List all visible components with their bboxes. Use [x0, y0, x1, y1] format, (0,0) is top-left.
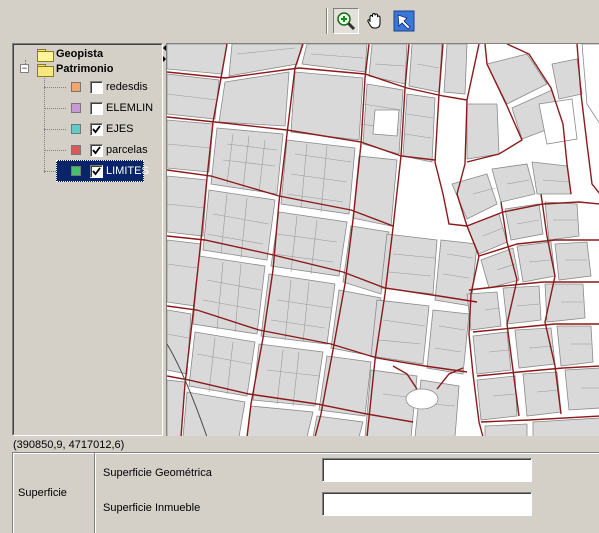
map-view[interactable]	[166, 43, 599, 436]
cursor-coordinates: (390850,9, 4717012,6)	[13, 439, 125, 451]
tree-node-label: Geopista	[56, 48, 104, 60]
layer-color-swatch	[71, 124, 81, 134]
checkmark-icon	[92, 146, 101, 155]
property-group-label: Superficie	[18, 487, 67, 499]
surface-building-label: Superficie Inmueble	[103, 502, 201, 514]
pan-button[interactable]	[362, 8, 388, 34]
layer-visibility-checkbox[interactable]	[90, 123, 103, 136]
layer-color-swatch	[71, 103, 81, 113]
pan-hand-icon	[365, 11, 385, 31]
tree-connector	[44, 150, 66, 151]
layer-visibility-checkbox[interactable]	[90, 102, 103, 115]
zoom-in-button[interactable]	[333, 8, 359, 34]
map-toolbar	[0, 0, 599, 40]
layer-visibility-checkbox[interactable]	[90, 165, 103, 178]
layer-color-swatch	[71, 166, 81, 176]
folder-icon	[37, 48, 54, 62]
layer-label[interactable]: LIMITES	[106, 165, 149, 178]
layer-label[interactable]: EJES	[106, 123, 134, 136]
tree-connector	[44, 87, 66, 88]
layer-label[interactable]: ELEMLIN	[106, 102, 153, 115]
folder-open-icon	[37, 63, 54, 77]
layer-visibility-checkbox[interactable]	[90, 144, 103, 157]
surface-geometric-label: Superficie Geométrica	[103, 467, 212, 479]
tree-connector	[44, 129, 66, 130]
zoom-in-icon	[336, 11, 356, 31]
checkmark-icon	[92, 125, 101, 134]
select-arrow-icon	[393, 10, 415, 32]
checkmark-icon	[92, 167, 101, 176]
map-canvas	[167, 44, 599, 436]
surface-geometric-field[interactable]	[322, 458, 532, 482]
collapse-toggle[interactable]: −	[20, 64, 29, 73]
layer-label[interactable]: parcelas	[106, 144, 148, 157]
layer-label[interactable]: redesdis	[106, 81, 148, 94]
select-button[interactable]	[391, 8, 417, 34]
layer-color-swatch	[71, 145, 81, 155]
layer-visibility-checkbox[interactable]	[90, 81, 103, 94]
toolbar-separator	[326, 8, 328, 34]
tree-node-label: Patrimonio	[56, 63, 114, 75]
tree-connector	[44, 108, 66, 109]
layer-color-swatch	[71, 82, 81, 92]
tree-connector	[44, 76, 45, 173]
properties-divider	[94, 453, 96, 533]
tree-node-patrimonio[interactable]: Patrimonio	[37, 60, 113, 78]
surface-building-field[interactable]	[322, 492, 532, 516]
